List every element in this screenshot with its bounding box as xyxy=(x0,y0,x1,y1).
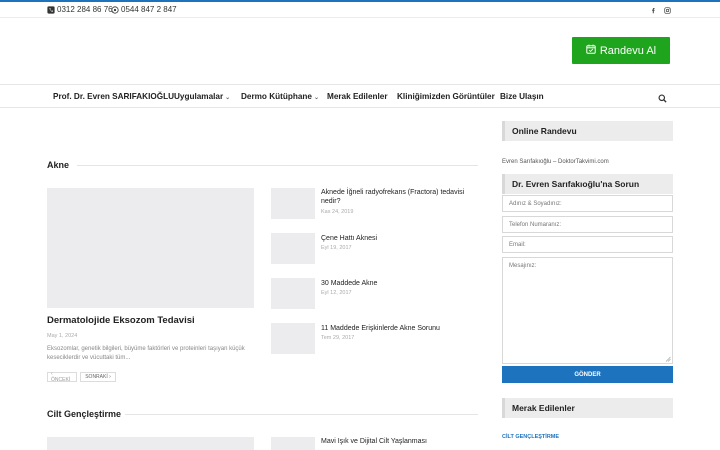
featured-post-title[interactable]: Dermatolojide Eksozom Tedavisi xyxy=(47,315,195,326)
appointment-button[interactable]: Randevu Al xyxy=(572,37,670,64)
top-bar: 0312 284 86 76 0544 847 2 847 xyxy=(0,0,720,18)
calendar-check-icon xyxy=(586,44,596,57)
post-thumbnail[interactable] xyxy=(271,278,315,309)
post-date: Kas 24, 2019 xyxy=(321,209,354,215)
search-icon[interactable] xyxy=(658,90,667,103)
widget-title: Dr. Evren Sarıfakıoğlu'na Sorun xyxy=(512,179,640,189)
resize-grip-icon[interactable] xyxy=(665,356,671,362)
nav-item-label: Bize Ulaşın xyxy=(500,92,544,101)
featured-post-date: May 1, 2024 xyxy=(47,333,78,339)
previous-page-button[interactable]: ‹ ÖNCEKİ xyxy=(47,371,77,383)
widget-accent-bar xyxy=(502,398,505,418)
ask-doctor-widget-header: Dr. Evren Sarıfakıoğlu'na Sorun xyxy=(502,174,673,194)
post-title[interactable]: Mavi Işık ve Dijital Cilt Yaşlanması xyxy=(321,437,476,446)
post-title[interactable]: Çene Hattı Aknesi xyxy=(321,234,476,243)
featured-post-excerpt: Eksozomlar, genetik bilgileri, büyüme fa… xyxy=(47,346,245,361)
next-page-button[interactable]: SONRAKİ › xyxy=(80,372,116,382)
message-placeholder: Mesajınız: xyxy=(509,263,537,269)
nav-item-profile[interactable]: Prof. Dr. Evren SARIFAKIOĞLU xyxy=(53,92,174,101)
nav-item-label: Uygulamalar xyxy=(174,92,224,101)
post-thumbnail[interactable] xyxy=(271,188,315,219)
nav-item-dermo-library[interactable]: Dermo Kütüphane ⌄ xyxy=(241,92,319,101)
section-title-acne: Akne xyxy=(47,160,70,170)
phone-number: 0312 284 86 76 xyxy=(57,5,113,14)
message-field[interactable]: Mesajınız: xyxy=(502,257,673,364)
nav-item-label: Merak Edilenler xyxy=(327,92,388,101)
online-appointment-widget-header: Online Randevu xyxy=(502,121,673,141)
email-field[interactable]: Email: xyxy=(502,236,673,253)
whatsapp-contact[interactable]: 0544 847 2 847 xyxy=(111,5,177,14)
widget-title: Merak Edilenler xyxy=(512,403,575,413)
post-thumbnail[interactable] xyxy=(271,437,315,450)
nav-item-applications[interactable]: Uygulamalar ⌄ xyxy=(174,92,230,101)
section-divider xyxy=(77,165,478,166)
phone-field[interactable]: Telefon Numaranız: xyxy=(502,216,673,233)
post-thumbnail[interactable] xyxy=(271,233,315,264)
chevron-down-icon: ⌄ xyxy=(225,95,231,101)
post-title[interactable]: 30 Maddede Akne xyxy=(321,279,476,288)
widget-accent-bar xyxy=(502,174,505,194)
facebook-icon[interactable] xyxy=(649,6,657,14)
name-field[interactable]: Adınız & Soyadınız: xyxy=(502,195,673,212)
nav-item-contact[interactable]: Bize Ulaşın xyxy=(500,92,544,101)
featured-post-image[interactable] xyxy=(47,437,254,450)
section-divider xyxy=(125,414,478,415)
nav-item-label: Kliniğimizden Görüntüler xyxy=(397,92,495,101)
nav-item-label: Dermo Kütüphane xyxy=(241,92,312,101)
appointment-label: Randevu Al xyxy=(599,44,657,57)
widget-accent-bar xyxy=(502,121,505,141)
phone-icon xyxy=(47,5,55,14)
section-title-skin-rejuvenation: Cilt Gençleştirme xyxy=(47,409,122,419)
doktortakvimi-link[interactable]: Evren Sarıfakıoğlu – DoktorTakvimi.com xyxy=(502,159,609,165)
nav-item-label: Prof. Dr. Evren SARIFAKIOĞLU xyxy=(53,92,175,101)
submit-button[interactable]: GÖNDER xyxy=(502,366,673,383)
chevron-down-icon: ⌄ xyxy=(313,95,319,101)
nav-item-faq[interactable]: Merak Edilenler xyxy=(327,92,388,101)
whatsapp-number: 0544 847 2 847 xyxy=(121,5,177,14)
main-nav: Prof. Dr. Evren SARIFAKIOĞLU Uygulamalar… xyxy=(0,84,720,108)
widget-title: Online Randevu xyxy=(512,126,577,136)
faq-widget-header: Merak Edilenler xyxy=(502,398,673,418)
post-date: Eyl 12, 2017 xyxy=(321,290,352,296)
nav-item-gallery[interactable]: Kliniğimizden Görüntüler xyxy=(397,92,495,101)
phone-contact[interactable]: 0312 284 86 76 xyxy=(47,5,113,14)
site-header: Randevu Al xyxy=(0,18,720,84)
post-title[interactable]: Aknede İğneli radyofrekans (Fractora) te… xyxy=(321,188,476,206)
instagram-icon[interactable] xyxy=(663,6,671,14)
whatsapp-icon xyxy=(111,5,119,14)
post-title[interactable]: 11 Maddede Erişkinlerde Akne Sorunu xyxy=(321,324,476,333)
featured-post-image[interactable] xyxy=(47,188,254,308)
post-date: Tem 29, 2017 xyxy=(321,335,355,341)
faq-category-link[interactable]: CİLT GENÇLEŞTİRME xyxy=(502,434,559,440)
post-thumbnail[interactable] xyxy=(271,323,315,354)
post-date: Eyl 19, 2017 xyxy=(321,245,352,251)
